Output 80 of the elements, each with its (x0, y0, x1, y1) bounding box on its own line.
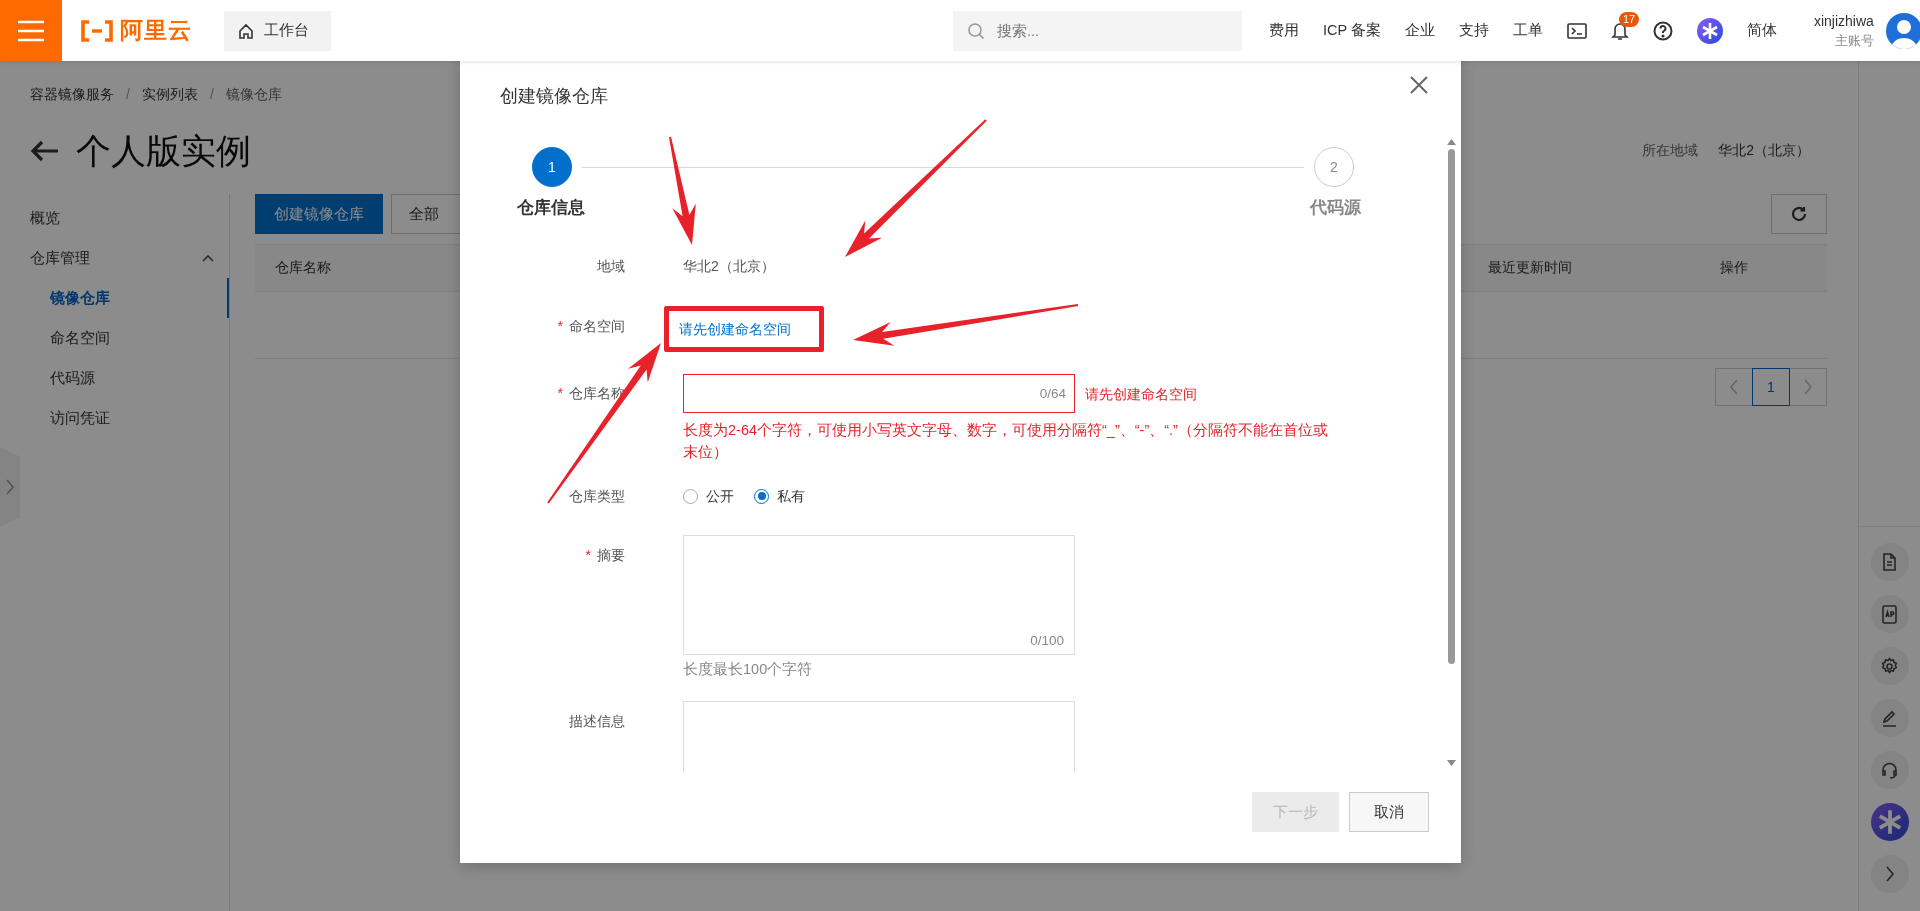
nav-link[interactable]: 费用 (1269, 21, 1299, 40)
logo[interactable]: 阿里云 (80, 15, 192, 46)
nav-link[interactable]: 支持 (1458, 21, 1489, 40)
cancel-button[interactable]: 取消 (1349, 792, 1429, 832)
breadcrumb-separator: / (126, 85, 130, 104)
close-icon[interactable] (1409, 75, 1429, 95)
help-icon[interactable] (1652, 20, 1673, 41)
nav-link[interactable]: 工单 (1512, 21, 1543, 40)
workbench-button[interactable]: 工作台 (224, 10, 331, 51)
breadcrumb-separator: / (209, 85, 214, 104)
search-icon (967, 21, 985, 40)
settings-icon[interactable] (1870, 647, 1909, 685)
step-number: 1 (532, 147, 572, 187)
character-counter: 0/100 (1030, 632, 1064, 650)
create-button[interactable]: 创建镜像仓库 (255, 194, 383, 234)
region-label: 所在地域 (1642, 142, 1699, 160)
search-field[interactable]: 搜索... (953, 10, 1242, 51)
character-counter: 0/64 (1039, 384, 1066, 403)
step-label: 代码源 (1308, 197, 1362, 219)
field-label: * 命名空间 (556, 317, 625, 336)
logo-icon (80, 19, 114, 42)
column-header: 最近更新时间 (1488, 259, 1572, 277)
field-value: 华北2（北京） (683, 257, 775, 276)
chevron-right-icon[interactable] (1884, 866, 1895, 882)
next-page-button[interactable] (1789, 368, 1827, 406)
step-number: 2 (1314, 147, 1354, 187)
headset-icon[interactable] (1870, 751, 1909, 789)
chevron-right-icon[interactable] (5, 479, 15, 495)
help-text: 长度为2-64个字符，可使用小写英文字母、数字，可使用分隔符“_”、“-”、“.”（分隔符不能在首位或末位） (683, 421, 1328, 462)
sidebar-item[interactable]: 概览 (0, 198, 229, 238)
sidebar-item[interactable]: 访问凭证 (0, 398, 229, 438)
scroll-down-arrow-icon[interactable] (1447, 760, 1456, 766)
nav-link[interactable]: ICP 备案 (1323, 21, 1381, 40)
api-icon[interactable] (1870, 595, 1909, 633)
field-label: 描述信息 (568, 712, 625, 731)
menu-button[interactable] (0, 0, 62, 61)
menu-icon[interactable] (17, 19, 45, 42)
expand-button[interactable] (1870, 855, 1909, 893)
previous-page-button[interactable] (1715, 368, 1753, 406)
breadcrumb-link[interactable]: 容器镜像服务 (30, 84, 114, 104)
scroll-up-arrow-icon[interactable] (1447, 139, 1456, 145)
sidebar-item[interactable]: 命名空间 (0, 318, 229, 358)
sidebar-item[interactable]: 代码源 (0, 358, 229, 398)
terminal-icon[interactable] (1566, 21, 1587, 40)
language-link[interactable]: 简体 (1746, 21, 1777, 40)
back-arrow-icon[interactable] (30, 139, 60, 163)
create-namespace-link[interactable]: 请先创建命名空间 (679, 321, 791, 337)
sidebar-item[interactable]: 镜像仓库 (0, 278, 229, 318)
column-header: 操作 (1720, 259, 1748, 277)
edit-icon[interactable] (1870, 699, 1909, 737)
column-header: 仓库名称 (275, 259, 331, 277)
chevron-icon[interactable] (201, 253, 215, 263)
page-title: 个人版实例 (76, 129, 251, 172)
sidebar-group[interactable]: 仓库管理 (0, 238, 229, 278)
avatar-icon[interactable] (1885, 12, 1920, 49)
dialog-title: 创建镜像仓库 (500, 85, 608, 108)
page-button[interactable]: 1 (1752, 368, 1790, 406)
help-text: 长度最长100个字符 (683, 660, 813, 679)
error-message: 请先创建命名空间 (1085, 384, 1197, 404)
field-label: * 摘要 (584, 546, 625, 565)
search-input[interactable]: 搜索... (995, 21, 1199, 40)
step-label: 仓库信息 (516, 197, 586, 219)
app-logo-icon[interactable] (1870, 803, 1909, 841)
refresh-button[interactable] (1771, 194, 1827, 234)
text-area[interactable]: 0/100 (683, 535, 1075, 655)
home-icon (238, 22, 254, 39)
input-field[interactable]: 0/64 (683, 374, 1075, 413)
user-name[interactable]: xinjizhiwa (1813, 10, 1874, 31)
nav-link[interactable]: 企业 (1404, 21, 1435, 40)
radio-option[interactable]: 私有 (754, 481, 805, 511)
refresh-icon[interactable] (1790, 205, 1808, 223)
field-label: 仓库类型 (568, 487, 625, 506)
radio-option[interactable]: 公开 (683, 481, 734, 511)
document-icon[interactable] (1870, 543, 1909, 581)
notification-badge: 17 (1618, 11, 1640, 27)
account-type: 主账号 (1834, 31, 1874, 50)
app-logo-icon[interactable] (1696, 17, 1723, 44)
region-value: 华北2（北京） (1718, 142, 1810, 160)
field-label: 地域 (596, 257, 625, 276)
breadcrumb-link[interactable]: 实例列表 (141, 84, 198, 104)
